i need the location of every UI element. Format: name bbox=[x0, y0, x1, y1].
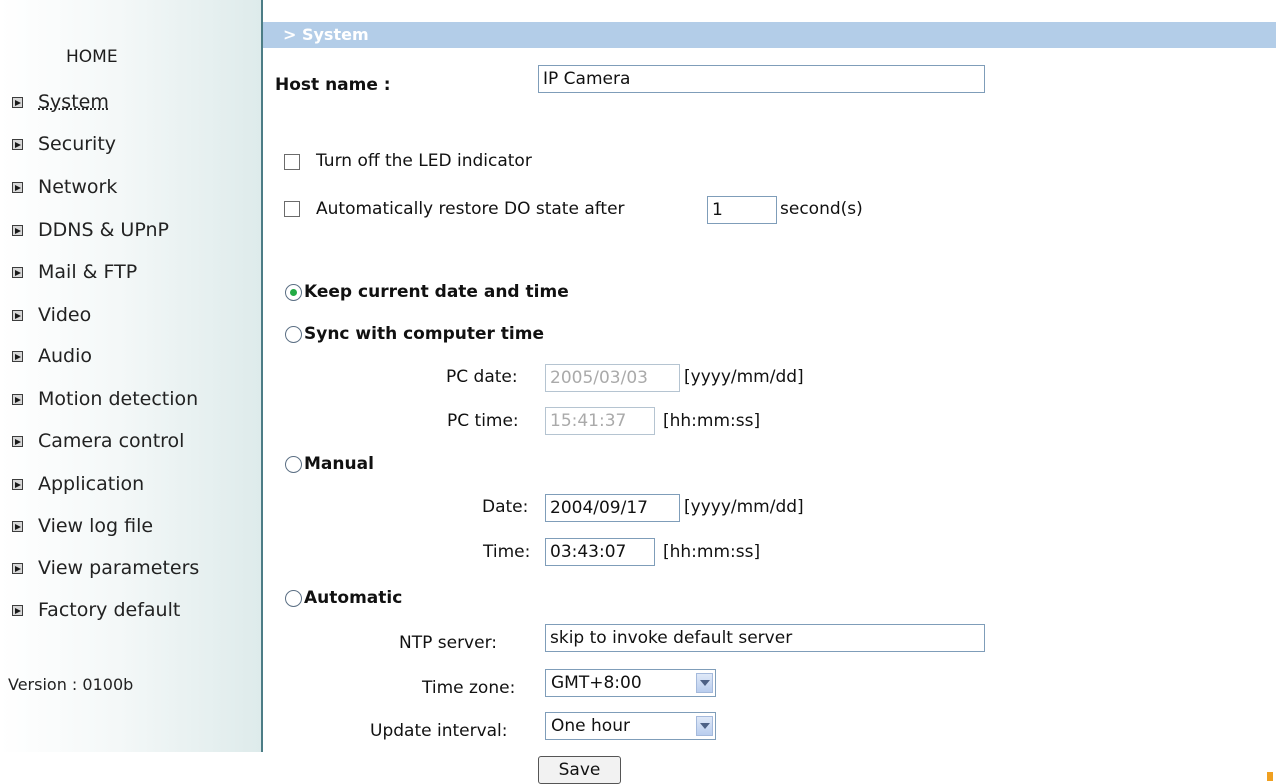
time-zone-select[interactable]: GMT+8:00 bbox=[545, 669, 716, 697]
manual-time-label: Manual bbox=[304, 454, 374, 474]
sidebar-item-label: View log file bbox=[38, 515, 154, 537]
restore-do-label: Automatically restore DO state after bbox=[316, 199, 625, 219]
sidebar: HOME System Security Network DDNS & UPnP… bbox=[0, 0, 263, 752]
arrow-right-icon bbox=[12, 435, 23, 447]
restore-do-checkbox[interactable] bbox=[284, 201, 300, 217]
keep-time-label: Keep current date and time bbox=[304, 282, 569, 302]
sidebar-item-label: Application bbox=[38, 473, 145, 495]
time-zone-label: Time zone: bbox=[422, 678, 516, 698]
manual-time-field-label: Time: bbox=[483, 542, 531, 562]
pc-time-input[interactable]: 15:41:37 bbox=[545, 407, 655, 435]
sidebar-item-label: Video bbox=[38, 304, 92, 326]
sync-time-radio[interactable] bbox=[285, 326, 302, 343]
page-title: > System bbox=[263, 22, 1276, 48]
pc-date-input[interactable]: 2005/03/03 bbox=[545, 364, 680, 392]
arrow-right-icon bbox=[12, 562, 23, 574]
manual-time-input[interactable]: 03:43:07 bbox=[545, 538, 655, 566]
pc-date-format: [yyyy/mm/dd] bbox=[684, 367, 804, 387]
manual-date-format: [yyyy/mm/dd] bbox=[684, 497, 804, 517]
pc-time-format: [hh:mm:ss] bbox=[663, 411, 761, 431]
manual-date-input[interactable]: 2004/09/17 bbox=[545, 494, 680, 522]
arrow-right-icon bbox=[12, 393, 23, 405]
arrow-right-icon bbox=[12, 224, 23, 236]
manual-date-label: Date: bbox=[482, 497, 529, 517]
update-interval-value: One hour bbox=[551, 716, 630, 736]
sidebar-item-label: Security bbox=[38, 133, 117, 155]
manual-time-format: [hh:mm:ss] bbox=[663, 542, 761, 562]
time-zone-value: GMT+8:00 bbox=[551, 673, 642, 693]
update-interval-label: Update interval: bbox=[370, 721, 508, 741]
sync-time-label: Sync with computer time bbox=[304, 324, 545, 344]
version-label: Version : 0100b bbox=[8, 675, 134, 694]
host-name-input[interactable]: IP Camera bbox=[538, 65, 985, 93]
keep-time-radio[interactable] bbox=[285, 284, 302, 301]
sidebar-item-label: Factory default bbox=[38, 599, 181, 621]
arrow-right-icon bbox=[12, 96, 23, 108]
pc-time-label: PC time: bbox=[447, 411, 519, 431]
arrow-right-icon bbox=[12, 478, 23, 490]
save-button[interactable]: Save bbox=[538, 756, 621, 784]
arrow-right-icon bbox=[12, 350, 23, 362]
host-name-label: Host name : bbox=[275, 75, 391, 95]
update-interval-select[interactable]: One hour bbox=[545, 712, 716, 740]
led-label: Turn off the LED indicator bbox=[316, 151, 532, 171]
arrow-right-icon bbox=[12, 309, 23, 321]
sidebar-item-label: DDNS & UPnP bbox=[38, 219, 169, 241]
automatic-time-label: Automatic bbox=[304, 588, 403, 608]
arrow-right-icon bbox=[12, 604, 23, 616]
arrow-right-icon bbox=[12, 520, 23, 532]
sidebar-item-label: Network bbox=[38, 176, 118, 198]
sidebar-item-label: System bbox=[38, 91, 109, 113]
ntp-server-input[interactable]: skip to invoke default server bbox=[545, 624, 985, 652]
chevron-down-icon[interactable] bbox=[696, 716, 713, 736]
pc-date-label: PC date: bbox=[446, 367, 518, 387]
home-link[interactable]: HOME bbox=[66, 47, 118, 67]
restore-do-unit: second(s) bbox=[780, 199, 863, 219]
led-checkbox[interactable] bbox=[284, 154, 300, 170]
sidebar-item-label: Motion detection bbox=[38, 388, 199, 410]
ntp-server-label: NTP server: bbox=[399, 633, 497, 653]
arrow-right-icon bbox=[12, 138, 23, 150]
automatic-time-radio[interactable] bbox=[285, 590, 302, 607]
sidebar-item-label: View parameters bbox=[38, 557, 200, 579]
restore-do-seconds-input[interactable]: 1 bbox=[707, 196, 777, 224]
arrow-right-icon bbox=[12, 181, 23, 193]
chevron-down-icon[interactable] bbox=[696, 673, 713, 693]
manual-time-radio[interactable] bbox=[285, 456, 302, 473]
arrow-right-icon bbox=[12, 266, 23, 278]
corner-mark bbox=[1267, 772, 1273, 781]
sidebar-item-label: Camera control bbox=[38, 430, 185, 452]
sidebar-item-label: Mail & FTP bbox=[38, 261, 138, 283]
sidebar-item-label: Audio bbox=[38, 345, 93, 367]
